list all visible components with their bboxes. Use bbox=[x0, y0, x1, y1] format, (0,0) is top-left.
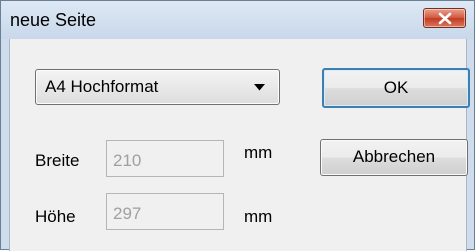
height-unit: mm bbox=[244, 207, 273, 226]
window-title: neue Seite bbox=[10, 10, 97, 30]
close-button[interactable] bbox=[423, 8, 466, 28]
new-page-dialog: neue Seite A4 Hochformat OK Abbrechen Br… bbox=[0, 0, 475, 251]
chevron-down-icon bbox=[254, 84, 265, 91]
width-label: Breite bbox=[35, 151, 80, 170]
page-format-dropdown[interactable]: A4 Hochformat bbox=[35, 69, 280, 105]
width-field[interactable] bbox=[106, 140, 224, 177]
height-label: Höhe bbox=[35, 207, 76, 226]
dialog-body: A4 Hochformat OK Abbrechen Breite mm Höh… bbox=[9, 39, 470, 251]
width-unit: mm bbox=[244, 143, 273, 162]
cancel-button[interactable]: Abbrechen bbox=[320, 139, 468, 176]
title-bar: neue Seite bbox=[1, 1, 474, 39]
ok-button[interactable]: OK bbox=[322, 68, 470, 108]
close-icon bbox=[438, 12, 452, 25]
height-field[interactable] bbox=[106, 193, 224, 230]
page-format-value: A4 Hochformat bbox=[45, 77, 159, 96]
